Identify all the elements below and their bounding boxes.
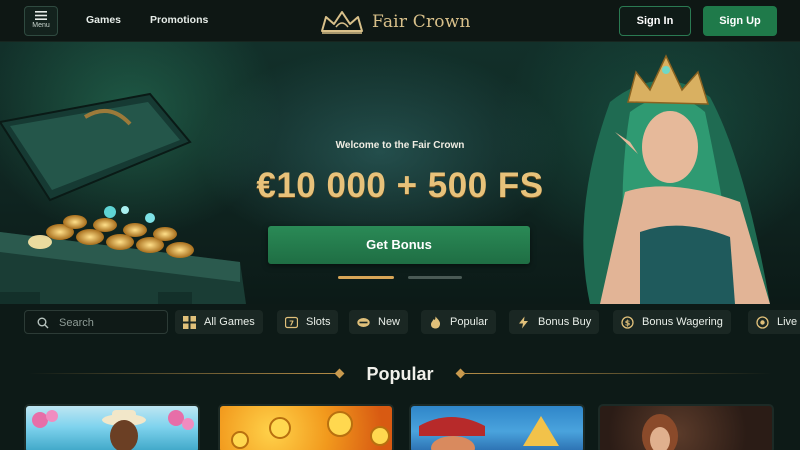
crown-logo-icon <box>321 11 363 34</box>
hero-banner: Welcome to the Fair Crown €10 000 + 500 … <box>0 42 800 304</box>
get-bonus-button[interactable]: Get Bonus <box>268 226 530 264</box>
menu-label: Menu <box>32 22 50 29</box>
category-label: Live <box>777 316 798 328</box>
search-placeholder: Search <box>59 317 94 329</box>
game-tile-2[interactable] <box>218 404 394 450</box>
coin-exchange-icon: $ <box>621 315 634 329</box>
category-label: Popular <box>450 316 488 328</box>
carousel-dot-active[interactable] <box>338 276 394 279</box>
welcome-text: Welcome to the Fair Crown <box>335 140 465 151</box>
brand-logo[interactable]: Fair Crown <box>318 8 471 36</box>
category-slots[interactable]: 7 Slots <box>277 310 339 334</box>
category-label: New <box>378 316 401 328</box>
category-all-games[interactable]: All Games <box>175 310 263 334</box>
category-new[interactable]: New <box>349 310 409 334</box>
grid-icon <box>183 315 196 329</box>
new-badge-icon <box>357 317 370 327</box>
category-bonus-wagering[interactable]: $ Bonus Wagering <box>613 310 731 334</box>
slot-machine-icon: 7 <box>285 316 298 328</box>
category-label: All Games <box>204 316 255 328</box>
popular-section-title: Popular <box>366 364 434 384</box>
category-popular[interactable]: Popular <box>421 310 496 334</box>
category-label: Bonus Buy <box>538 316 592 328</box>
lady-portrait-thumbnail <box>642 414 678 450</box>
bonus-offer-headline: €10 000 + 500 FS <box>256 166 544 205</box>
category-bonus-buy[interactable]: Bonus Buy <box>509 310 600 334</box>
hamburger-icon <box>35 11 47 20</box>
category-label: Bonus Wagering <box>642 316 723 328</box>
flame-icon <box>431 316 441 328</box>
nav-promotions-link[interactable]: Promotions <box>150 14 208 26</box>
section-divider-left <box>28 373 336 374</box>
svg-text:7: 7 <box>289 319 294 327</box>
search-icon <box>37 317 49 329</box>
live-dealer-icon <box>756 315 769 329</box>
brand-name: Fair Crown <box>372 12 471 32</box>
pirate-thumbnail <box>419 416 559 450</box>
beach-dealer-thumbnail <box>32 410 194 450</box>
svg-text:$: $ <box>625 318 631 327</box>
game-tile-3[interactable] <box>409 404 585 450</box>
top-header: Menu Games Promotions Fair Crown Sign In… <box>0 0 800 42</box>
category-label: Slots <box>306 316 331 328</box>
menu-button[interactable]: Menu <box>24 6 58 36</box>
category-live[interactable]: Live <box>748 310 800 334</box>
category-bar: Search All Games 7 Slots New Popular Bon <box>0 308 800 336</box>
gold-coins-thumbnail <box>231 411 390 449</box>
game-tile-1[interactable] <box>24 404 200 450</box>
search-input[interactable]: Search <box>24 310 168 334</box>
carousel-dot[interactable] <box>408 276 462 279</box>
section-divider-right <box>463 373 772 374</box>
sign-up-button[interactable]: Sign Up <box>703 6 777 36</box>
nav-games-link[interactable]: Games <box>86 14 121 26</box>
carousel-indicators <box>338 276 462 280</box>
game-tile-4[interactable] <box>598 404 774 450</box>
sign-in-button[interactable]: Sign In <box>619 6 691 36</box>
lightning-icon <box>519 316 528 328</box>
